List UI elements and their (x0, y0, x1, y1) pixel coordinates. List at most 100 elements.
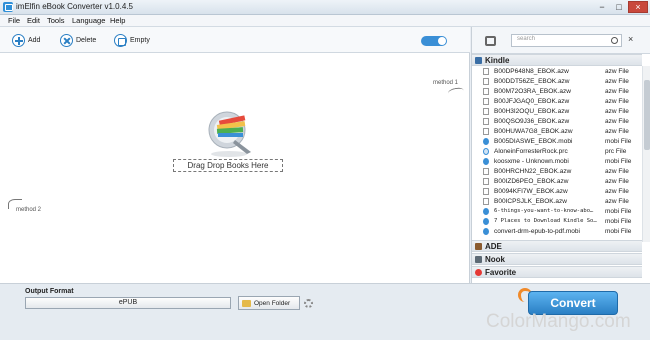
file-type: azw File (605, 188, 629, 195)
list-item[interactable]: convert-drm-epub-to-pdf.mobi mobi File (482, 227, 642, 237)
file-list-scrollbar[interactable] (642, 66, 650, 242)
list-item[interactable]: B00H3I2OQU_EBOK.azw azw File (482, 107, 642, 117)
file-type: mobi File (605, 138, 632, 145)
delete-label: Delete (76, 36, 97, 44)
empty-label: Empty (130, 36, 150, 44)
delete-button[interactable]: Delete (60, 33, 96, 47)
file-name: 6-things-you-want-to-know-abo… (494, 208, 594, 214)
clear-search-button[interactable]: × (628, 34, 633, 44)
title-bar: imElfin eBook Converter v1.0.4.5 − □ × (0, 0, 650, 15)
category-ade-label: ADE (485, 242, 502, 251)
category-favorite[interactable]: Favorite (472, 266, 642, 278)
list-item[interactable]: B0094KFI7W_EBOK.azw azw File (482, 187, 642, 197)
list-item[interactable]: B00JFJGAQ0_EBOK.azw azw File (482, 97, 642, 107)
gear-icon[interactable] (304, 299, 313, 308)
azw-file-icon (483, 68, 489, 75)
panel-toggle-switch[interactable] (421, 36, 447, 46)
file-type: azw File (605, 198, 629, 205)
file-type: prc File (605, 148, 627, 155)
search-input[interactable]: search (511, 34, 622, 47)
search-placeholder: search (517, 36, 536, 42)
file-type: mobi File (605, 218, 632, 225)
list-item[interactable]: B00HRCHN22_EBOK.azw azw File (482, 167, 642, 177)
device-icon[interactable] (485, 36, 496, 46)
category-nook-label: Nook (485, 255, 505, 264)
azw-file-icon (483, 118, 489, 125)
method1-hint: method 1 (433, 80, 459, 86)
category-ade[interactable]: ADE (472, 240, 642, 252)
list-item[interactable]: AloneinForresterRock.prc prc File (482, 147, 642, 157)
toolbar: Add Delete Empty (0, 27, 470, 53)
azw-file-icon (483, 128, 489, 135)
file-name: B00HUWA7G8_EBOK.azw (494, 128, 573, 135)
delete-icon (60, 33, 73, 47)
category-kindle[interactable]: Kindle (472, 54, 642, 66)
menu-language[interactable]: Language (72, 16, 105, 25)
close-button[interactable]: × (628, 1, 648, 13)
maximize-button[interactable]: □ (611, 1, 627, 13)
file-name: B00QSO9J36_EBOK.azw (494, 118, 570, 125)
menu-tools[interactable]: Tools (47, 16, 65, 25)
file-type: azw File (605, 128, 629, 135)
file-name: B005DIASWE_EBOK.mobi (494, 138, 573, 145)
app-icon (3, 2, 13, 12)
file-type: mobi File (605, 208, 632, 215)
menu-edit[interactable]: Edit (27, 16, 40, 25)
list-item[interactable]: B00ICPSJLK_EBOK.azw azw File (482, 197, 642, 207)
list-item[interactable]: B00DP648N8_EBOK.azw azw File (482, 67, 642, 77)
open-folder-label: Open Folder (254, 299, 291, 307)
azw-file-icon (483, 98, 489, 105)
menu-file[interactable]: File (8, 16, 20, 25)
file-name: B00IZD6PEO_EBOK.azw (494, 178, 569, 185)
file-type: azw File (605, 168, 629, 175)
add-button[interactable]: Add (12, 33, 40, 47)
open-folder-button[interactable]: Open Folder (238, 296, 300, 310)
list-item[interactable]: B00IZD6PEO_EBOK.azw azw File (482, 177, 642, 187)
category-kindle-label: Kindle (485, 56, 510, 65)
minimize-button[interactable]: − (594, 1, 610, 13)
azw-file-icon (483, 108, 489, 115)
scrollbar-thumb[interactable] (644, 80, 650, 150)
menu-help[interactable]: Help (110, 16, 125, 25)
list-item[interactable]: 6-things-you-want-to-know-abo… mobi File (482, 207, 642, 217)
menu-bar: File Edit Tools Language Help (0, 15, 650, 27)
nook-icon (475, 256, 482, 263)
book-drop-icon (208, 111, 251, 157)
mobi-file-icon (483, 218, 489, 225)
empty-button[interactable]: Empty (114, 33, 150, 47)
file-name: B00H3I2OQU_EBOK.azw (494, 108, 570, 115)
output-format-select[interactable]: ePUB (25, 297, 231, 309)
watermark: ColorMango.com (486, 311, 631, 332)
file-name: B00M72O3RA_EBOK.azw (494, 88, 571, 95)
file-type: azw File (605, 98, 629, 105)
prc-file-icon (483, 148, 489, 155)
file-name: B00DDT56ZE_EBOK.azw (494, 78, 570, 85)
file-name: B00HRCHN22_EBOK.azw (494, 168, 572, 175)
file-name: B0094KFI7W_EBOK.azw (494, 188, 568, 195)
list-item[interactable]: B00HUWA7G8_EBOK.azw azw File (482, 127, 642, 137)
file-type: mobi File (605, 228, 632, 235)
folder-icon (242, 299, 251, 307)
list-item[interactable]: B005DIASWE_EBOK.mobi mobi File (482, 137, 642, 147)
file-name: 7 Places to Download Kindle So… (494, 218, 597, 224)
category-nook[interactable]: Nook (472, 253, 642, 265)
list-item[interactable]: 7 Places to Download Kindle So… mobi File (482, 217, 642, 227)
azw-file-icon (483, 88, 489, 95)
search-icon[interactable] (611, 37, 618, 44)
list-item[interactable]: B00M72O3RA_EBOK.azw azw File (482, 87, 642, 97)
file-name: B00JFJGAQ0_EBOK.azw (494, 98, 570, 105)
list-item[interactable]: B00QSO9J36_EBOK.azw azw File (482, 117, 642, 127)
file-type: azw File (605, 118, 629, 125)
output-format-label: Output Format (25, 288, 74, 295)
file-type: azw File (605, 88, 629, 95)
drag-drop-label: Drag Drop Books Here (173, 159, 283, 172)
panel-header: search × (472, 27, 650, 54)
list-item[interactable]: B00DDT56ZE_EBOK.azw azw File (482, 77, 642, 87)
list-item[interactable]: koosxme - Unknown.mobi mobi File (482, 157, 642, 167)
mobi-file-icon (483, 138, 489, 145)
mobi-file-icon (483, 158, 489, 165)
file-name: B00DP648N8_EBOK.azw (494, 68, 569, 75)
file-type: azw File (605, 178, 629, 185)
file-list: B00DP648N8_EBOK.azw azw File B00DDT56ZE_E… (482, 67, 642, 237)
file-name: B00ICPSJLK_EBOK.azw (494, 198, 567, 205)
